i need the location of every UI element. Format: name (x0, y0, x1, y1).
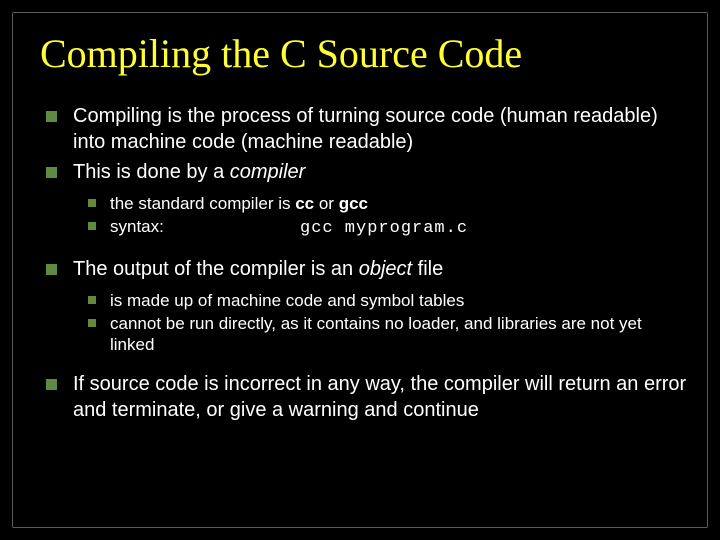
text-fragment: file (412, 258, 443, 280)
square-bullet-icon (88, 296, 96, 304)
square-bullet-icon (46, 111, 57, 122)
slide: Compiling the C Source Code Compiling is… (0, 0, 720, 540)
bullet-item: The output of the compiler is an object … (46, 256, 688, 282)
text-fragment: or (314, 194, 339, 213)
emphasis-text: compiler (230, 161, 306, 183)
sub-bullet-text: cannot be run directly, as it contains n… (110, 313, 688, 356)
sub-bullet-group: is made up of machine code and symbol ta… (46, 290, 688, 356)
square-bullet-icon (88, 222, 96, 230)
text-fragment: This is done by a (73, 161, 230, 183)
text-fragment: The output of the compiler is an (73, 258, 359, 280)
slide-title: Compiling the C Source Code (40, 30, 688, 77)
sub-bullet-group: the standard compiler is cc or gcc synta… (46, 193, 688, 240)
syntax-label: syntax: (110, 216, 300, 237)
bold-text: cc (295, 194, 314, 213)
bullet-text: The output of the compiler is an object … (73, 256, 443, 282)
square-bullet-icon (46, 167, 57, 178)
bullet-text: Compiling is the process of turning sour… (73, 103, 688, 155)
bullet-item: This is done by a compiler (46, 159, 688, 185)
sub-bullet-text: is made up of machine code and symbol ta… (110, 290, 464, 311)
square-bullet-icon (46, 379, 57, 390)
sub-bullet-item: is made up of machine code and symbol ta… (88, 290, 688, 311)
sub-bullet-item: syntax:gcc myprogram.c (88, 216, 688, 239)
emphasis-text: object (359, 258, 412, 280)
text-fragment: the standard compiler is (110, 194, 295, 213)
bullet-item: Compiling is the process of turning sour… (46, 103, 688, 155)
sub-bullet-text: the standard compiler is cc or gcc (110, 193, 368, 214)
sub-bullet-item: the standard compiler is cc or gcc (88, 193, 688, 214)
square-bullet-icon (46, 264, 57, 275)
sub-bullet-item: cannot be run directly, as it contains n… (88, 313, 688, 356)
bullet-item: If source code is incorrect in any way, … (46, 371, 688, 423)
slide-body: Compiling is the process of turning sour… (32, 103, 688, 423)
code-text: gcc myprogram.c (300, 219, 468, 238)
bullet-text: This is done by a compiler (73, 159, 305, 185)
square-bullet-icon (88, 319, 96, 327)
sub-bullet-text: syntax:gcc myprogram.c (110, 216, 468, 239)
bullet-text: If source code is incorrect in any way, … (73, 371, 688, 423)
square-bullet-icon (88, 199, 96, 207)
bold-text: gcc (339, 194, 368, 213)
